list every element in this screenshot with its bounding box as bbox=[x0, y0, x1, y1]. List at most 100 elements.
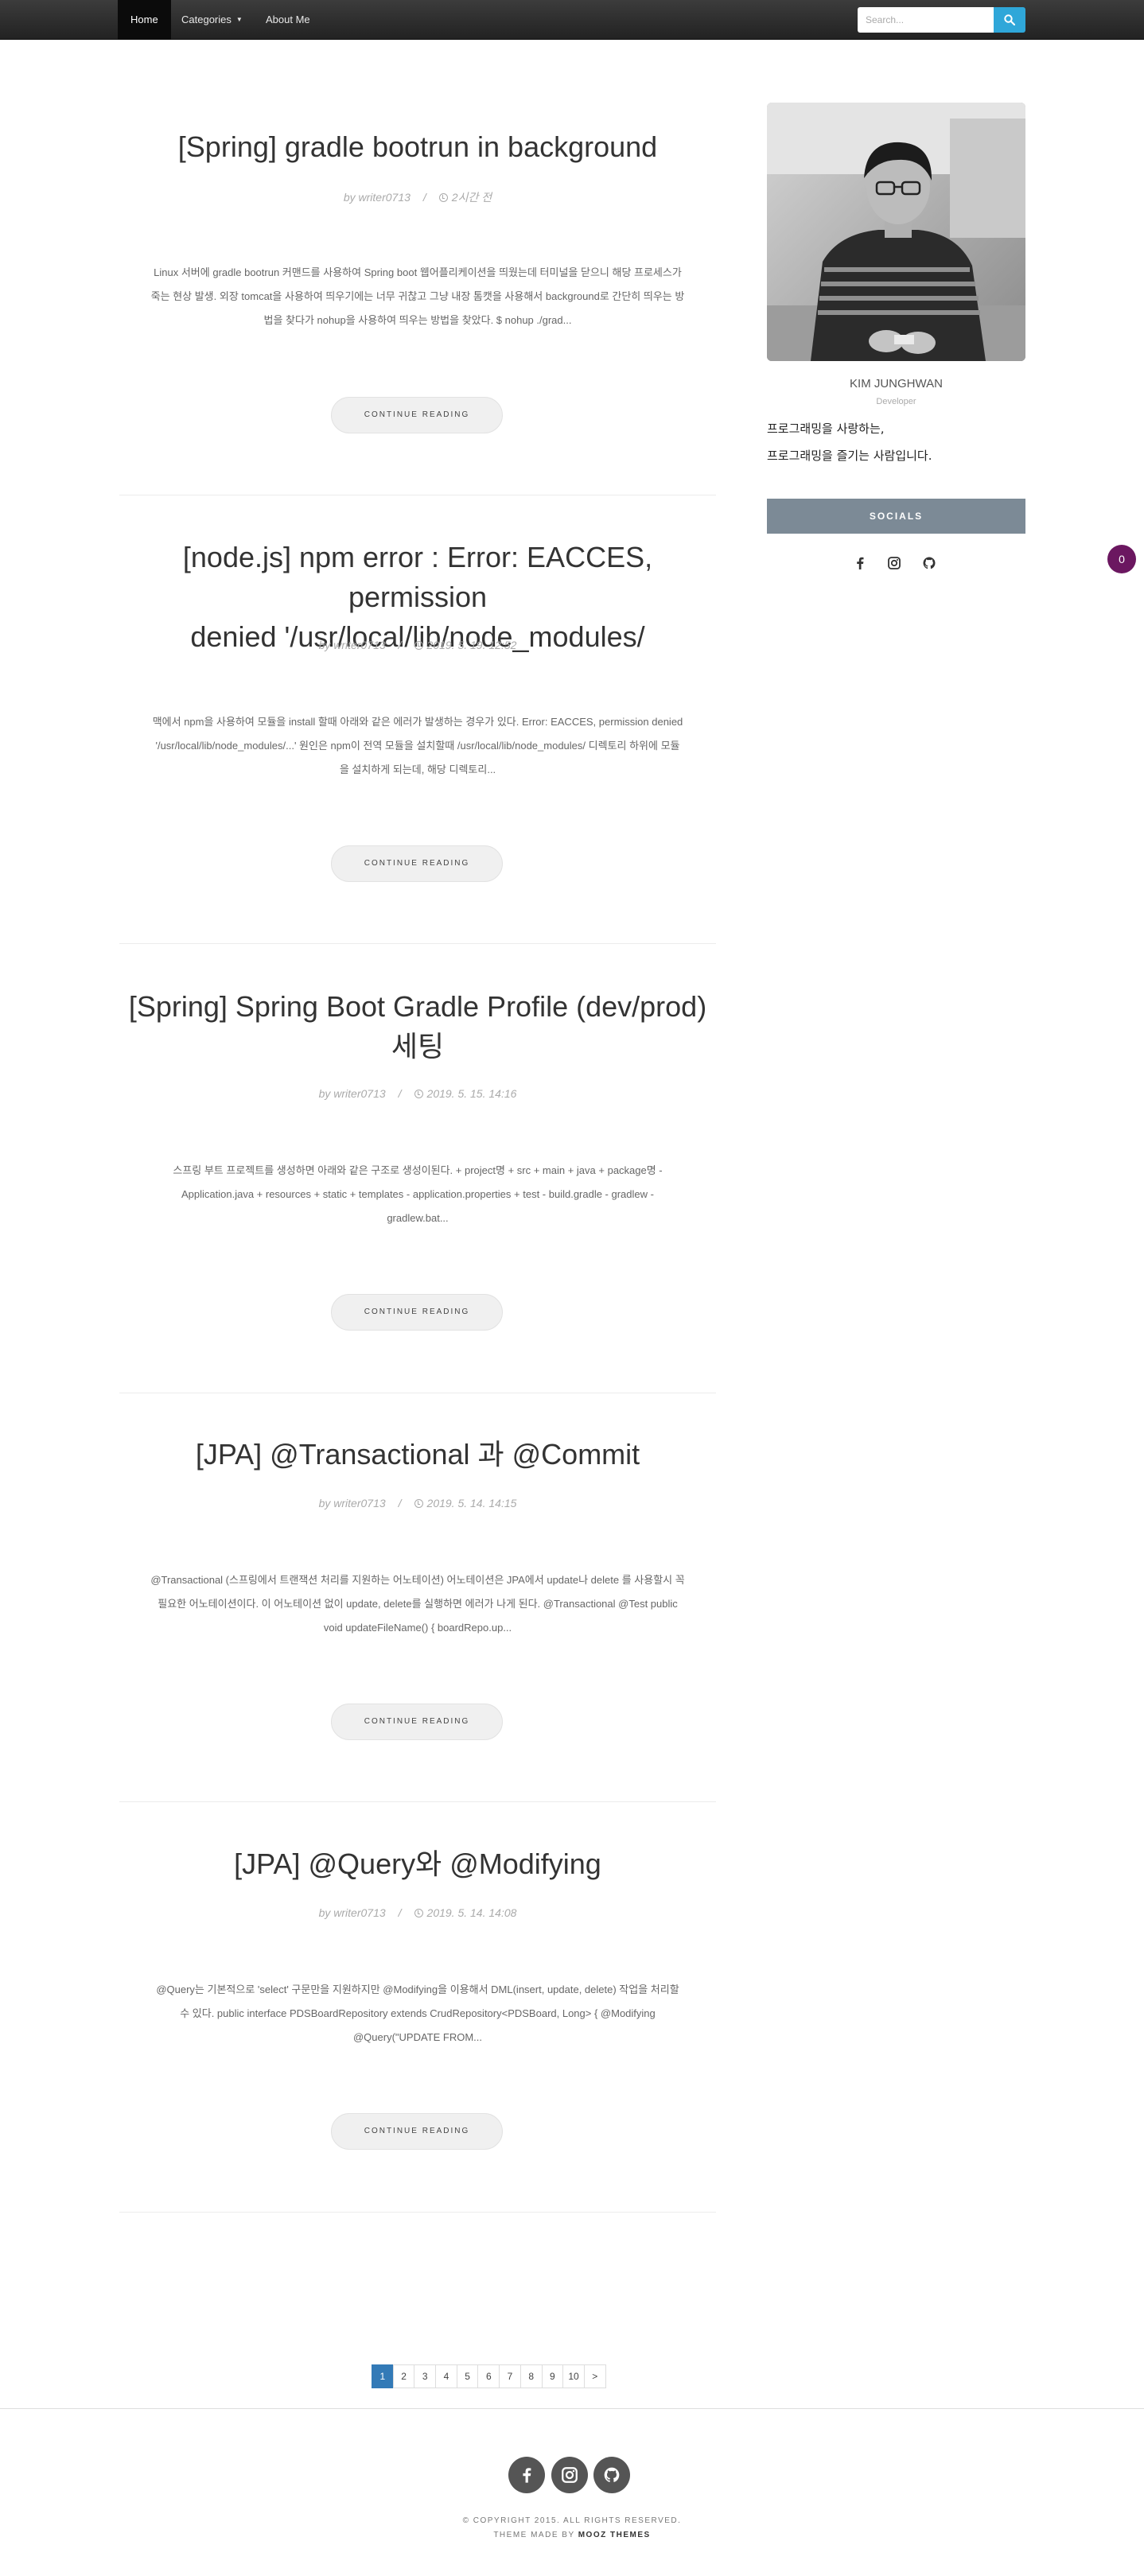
post-meta: by writer0713/2019. 5. 14. 14:08 bbox=[318, 1906, 517, 1919]
top-navbar: Home Categories ▼ About Me bbox=[0, 0, 1144, 40]
excerpt-line: 맥에서 npm을 사용하여 모듈을 install 할때 아래와 같은 에러가 … bbox=[152, 716, 683, 728]
post-excerpt: 맥에서 npm을 사용하여 모듈을 install 할때 아래와 같은 에러가 … bbox=[119, 710, 716, 782]
post-date: 2019. 5. 14. 14:08 bbox=[426, 1906, 517, 1919]
sidebar-github-link[interactable] bbox=[920, 554, 939, 573]
page-link-5[interactable]: 5 bbox=[456, 2364, 479, 2388]
clock-icon bbox=[414, 1499, 423, 1508]
page-link-3[interactable]: 3 bbox=[414, 2364, 437, 2388]
github-icon bbox=[923, 557, 936, 569]
post-meta: by writer0713/2019. 5. 19. 12:52 bbox=[318, 639, 517, 651]
page-link-9[interactable]: 9 bbox=[541, 2364, 564, 2388]
continue-reading-button[interactable]: CONTINUE READING bbox=[331, 1294, 503, 1331]
footer-facebook-link[interactable] bbox=[508, 2457, 545, 2493]
post-meta: by writer0713/2019. 5. 14. 14:15 bbox=[318, 1497, 517, 1509]
post-date: 2019. 5. 14. 14:15 bbox=[426, 1497, 517, 1509]
post-divider bbox=[119, 2212, 716, 2213]
post-title[interactable]: [JPA] @Query와 @Modifying bbox=[119, 1844, 716, 1884]
profile-photo bbox=[767, 103, 1025, 361]
search-icon bbox=[1004, 14, 1015, 25]
search-input[interactable] bbox=[858, 7, 994, 33]
excerpt-line: @Query는 기본적으로 'select' 구문만을 지원하지만 @Modif… bbox=[156, 1983, 679, 1995]
footer-credit-link[interactable]: MOOZ THEMES bbox=[578, 2531, 651, 2539]
continue-reading-button[interactable]: CONTINUE READING bbox=[331, 397, 503, 433]
post-meta: by writer0713/2시간 전 bbox=[343, 191, 492, 204]
footer-copyright: © COPYRIGHT 2015. ALL RIGHTS RESERVED. bbox=[462, 2516, 682, 2525]
instagram-icon bbox=[562, 2467, 578, 2483]
post-date: 2시간 전 bbox=[451, 191, 492, 204]
search-button[interactable] bbox=[994, 7, 1025, 33]
facebook-icon bbox=[523, 2468, 531, 2483]
excerpt-line: 필요한 어노테이션이다. 이 어노테이션 없이 update, delete를 … bbox=[158, 1598, 678, 1610]
notification-badge[interactable]: 0 bbox=[1107, 545, 1136, 573]
footer-divider bbox=[0, 2408, 1144, 2409]
post-title-line: [Spring] Spring Boot Gradle Profile (dev… bbox=[128, 990, 707, 1023]
page-link-6[interactable]: 6 bbox=[477, 2364, 500, 2388]
nav-about[interactable]: About Me bbox=[253, 0, 323, 40]
footer-credit: THEME MADE BY MOOZ THEMES bbox=[0, 2531, 1144, 2539]
continue-reading-button[interactable]: CONTINUE READING bbox=[331, 1704, 503, 1740]
excerpt-line: @Query("UPDATE FROM... bbox=[352, 2031, 483, 2043]
page-link-8[interactable]: 8 bbox=[519, 2364, 543, 2388]
footer-credit-prefix: THEME MADE BY bbox=[493, 2531, 575, 2539]
post-author: by writer0713 bbox=[318, 1906, 386, 1919]
caret-down-icon: ▼ bbox=[235, 16, 243, 23]
continue-reading-button[interactable]: CONTINUE READING bbox=[331, 2113, 503, 2150]
post-excerpt: @Transactional (스프링에서 트랜잭션 처리를 지원하는 어노테이… bbox=[119, 1568, 716, 1640]
post-excerpt: @Query는 기본적으로 'select' 구문만을 지원하지만 @Modif… bbox=[119, 1978, 716, 2050]
post-date: 2019. 5. 19. 12:52 bbox=[426, 639, 517, 651]
clock-icon bbox=[414, 1090, 423, 1098]
post-title[interactable]: [JPA] @Transactional 과 @Commit bbox=[119, 1435, 716, 1474]
post-divider bbox=[119, 943, 716, 944]
excerpt-line: @Transactional (스프링에서 트랜잭션 처리를 지원하는 어노테이… bbox=[150, 1574, 685, 1586]
post-title-line: 세팅 bbox=[391, 1030, 445, 1063]
post-excerpt: 스프링 부트 프로젝트를 생성하면 아래와 같은 구조로 생성이된다. + pr… bbox=[119, 1159, 716, 1230]
clock-icon bbox=[414, 641, 423, 650]
clock-icon bbox=[414, 1909, 423, 1917]
continue-reading-button[interactable]: CONTINUE READING bbox=[331, 845, 503, 882]
excerpt-line: 죽는 현상 발생. 외장 tomcat을 사용하여 띄우기에는 너무 귀찮고 그… bbox=[150, 290, 685, 302]
page-link-7[interactable]: 7 bbox=[499, 2364, 521, 2388]
page-link-4[interactable]: 4 bbox=[435, 2364, 457, 2388]
excerpt-line: Application.java + resources + static + … bbox=[181, 1188, 654, 1200]
nav-categories[interactable]: Categories ▼ bbox=[169, 0, 255, 40]
page-next-button[interactable]: > bbox=[583, 2364, 606, 2388]
profile-description-line: 프로그래밍을 사랑하는, bbox=[767, 422, 885, 436]
excerpt-line: '/usr/local/lib/node_modules/...' 원인은 np… bbox=[155, 740, 680, 752]
excerpt-line: gradlew.bat... bbox=[387, 1212, 449, 1224]
excerpt-line: Linux 서버에 gradle bootrun 커맨드를 사용하여 Sprin… bbox=[154, 266, 682, 278]
instagram-icon bbox=[888, 557, 901, 569]
post-title[interactable]: [Spring] Spring Boot Gradle Profile (dev… bbox=[119, 987, 716, 1067]
excerpt-line: 스프링 부트 프로젝트를 생성하면 아래와 같은 구조로 생성이된다. + pr… bbox=[173, 1164, 663, 1176]
nav-categories-label: Categories bbox=[181, 14, 232, 25]
profile-name: KIM JUNGHWAN bbox=[850, 377, 943, 390]
post-meta: by writer0713/2019. 5. 15. 14:16 bbox=[318, 1087, 517, 1100]
excerpt-line: 수 있다. public interface PDSBoardRepositor… bbox=[180, 2007, 656, 2019]
sidebar-instagram-link[interactable] bbox=[885, 554, 904, 573]
sidebar-facebook-link[interactable] bbox=[850, 554, 870, 573]
facebook-icon bbox=[857, 557, 864, 569]
post-author: by writer0713 bbox=[318, 1087, 386, 1100]
clock-icon bbox=[438, 193, 448, 202]
socials-heading: SOCIALS bbox=[767, 499, 1025, 534]
post-divider bbox=[119, 1801, 716, 1802]
post-title[interactable]: [Spring] gradle bootrun in background bbox=[119, 127, 716, 167]
profile-role: Developer bbox=[876, 397, 916, 406]
footer-instagram-link[interactable] bbox=[551, 2457, 588, 2493]
post-date: 2019. 5. 15. 14:16 bbox=[426, 1087, 517, 1100]
page-link-1[interactable]: 1 bbox=[372, 2364, 394, 2388]
post-author: by writer0713 bbox=[318, 639, 386, 651]
post-author: by writer0713 bbox=[343, 191, 411, 204]
page-link-2[interactable]: 2 bbox=[392, 2364, 415, 2388]
nav-home[interactable]: Home bbox=[118, 0, 171, 40]
post-author: by writer0713 bbox=[318, 1497, 386, 1509]
post-title-line: [node.js] npm error : Error: EACCES, per… bbox=[182, 541, 653, 613]
excerpt-line: 을 설치하게 되는데, 해당 디렉토리... bbox=[339, 763, 496, 775]
github-icon bbox=[604, 2467, 620, 2482]
footer-github-link[interactable] bbox=[593, 2457, 630, 2493]
page-link-10[interactable]: 10 bbox=[562, 2364, 585, 2388]
excerpt-line: 법을 찾다가 nohup을 사용하여 띄우는 방법을 찾았다. $ nohup … bbox=[263, 314, 572, 326]
excerpt-line: void updateFileName() { boardRepo.up... bbox=[323, 1622, 512, 1634]
pagination: 1 2 3 4 5 6 7 8 9 10 > bbox=[372, 2364, 606, 2388]
post-excerpt: Linux 서버에 gradle bootrun 커맨드를 사용하여 Sprin… bbox=[119, 261, 716, 332]
profile-description-line: 프로그래밍을 즐기는 사람입니다. bbox=[767, 449, 932, 463]
